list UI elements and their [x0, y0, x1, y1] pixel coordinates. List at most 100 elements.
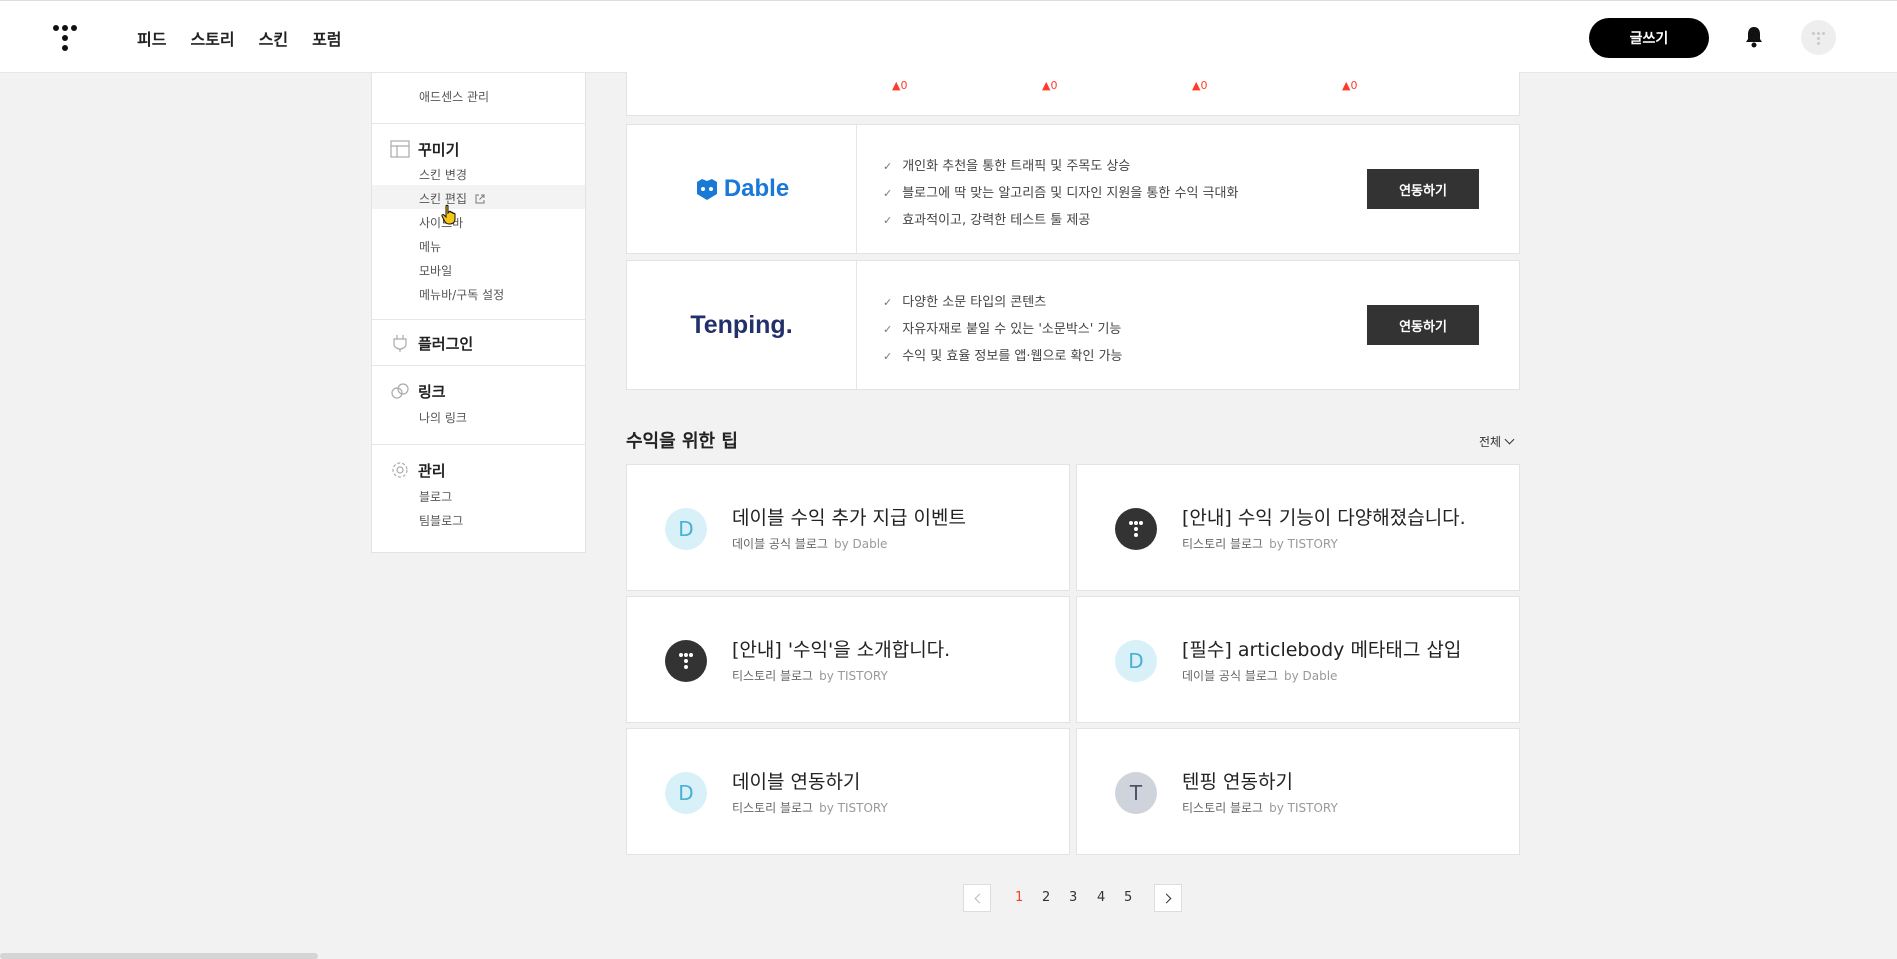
link-icon: [391, 383, 409, 399]
tip-card[interactable]: D 데이블 수익 추가 지급 이벤트 데이블 공식 블로그 by Dable: [626, 464, 1070, 591]
feature-text: 수익 및 효율 정보를 앱·웹으로 확인 가능: [902, 349, 1123, 364]
sidebar-item-blog[interactable]: 블로그: [419, 488, 452, 505]
prev-page-button[interactable]: [963, 884, 991, 912]
tip-source-name: 티스토리 블로그: [732, 669, 814, 683]
bell-icon[interactable]: [1744, 26, 1764, 48]
tip-card[interactable]: D 데이블 연동하기 티스토리 블로그 by TISTORY: [626, 728, 1070, 855]
sidebar-title-decorate[interactable]: 꾸미기: [418, 139, 459, 160]
chevron-down-icon: [1504, 434, 1515, 445]
feature-item: ✓ 블로그에 딱 맞는 알고리즘 및 디자인 지원을 통한 수익 극대화: [883, 182, 1238, 201]
feature-text: 자유자재로 붙일 수 있는 '소문박스' 기능: [902, 322, 1122, 337]
tip-author: by Dable: [1283, 669, 1338, 683]
tip-source: 데이블 공식 블로그 by Dable: [732, 535, 887, 552]
feature-text: 블로그에 딱 맞는 알고리즘 및 디자인 지원을 통한 수익 극대화: [902, 186, 1239, 201]
next-page-button[interactable]: [1154, 884, 1182, 912]
nav-forum[interactable]: 포럼: [312, 26, 341, 50]
plug-icon: [393, 335, 407, 352]
stat-change: ▲0: [1042, 79, 1058, 92]
tip-source: 티스토리 블로그 by TISTORY: [732, 799, 888, 816]
feature-item: ✓ 개인화 추천을 통한 트래픽 및 주목도 상승: [883, 155, 1130, 174]
gear-icon: [392, 462, 408, 478]
nav-feed[interactable]: 피드: [137, 26, 166, 50]
tip-author: by TISTORY: [1269, 801, 1338, 815]
tip-author: by TISTORY: [1269, 537, 1338, 551]
tip-author: by TISTORY: [819, 669, 888, 683]
sidebar-item-menubar-settings[interactable]: 메뉴바/구독 설정: [419, 286, 504, 303]
tenping-connect-button[interactable]: 연동하기: [1367, 305, 1479, 345]
tenping-avatar: T: [1115, 772, 1157, 814]
sidebar-section-manage: 관리 블로그 팀블로그: [372, 444, 585, 552]
dable-avatar: D: [665, 508, 707, 550]
dable-logo-icon: [696, 179, 717, 200]
tistory-logo-icon[interactable]: [53, 25, 77, 51]
feature-item: ✓ 자유자재로 붙일 수 있는 '소문박스' 기능: [883, 318, 1121, 337]
sidebar-item-menu[interactable]: 메뉴: [419, 238, 441, 255]
dable-connect-button[interactable]: 연동하기: [1367, 169, 1479, 209]
check-icon: ✓: [883, 187, 893, 200]
stats-row: ▲0 ▲0 ▲0 ▲0: [626, 72, 1520, 116]
tip-card[interactable]: [안내] 수익 기능이 다양해졌습니다. 티스토리 블로그 by TISTORY: [1076, 464, 1520, 591]
tip-title: [필수] articlebody 메타태그 삽입: [1182, 639, 1462, 661]
tip-author: by TISTORY: [819, 801, 888, 815]
tip-source-name: 티스토리 블로그: [1182, 801, 1264, 815]
tips-filter-dropdown[interactable]: 전체: [1479, 433, 1515, 450]
feature-item: ✓ 수익 및 효율 정보를 앱·웹으로 확인 가능: [883, 345, 1123, 364]
sidebar-item-team-blog[interactable]: 팀블로그: [419, 512, 463, 529]
page-number[interactable]: 5: [1124, 890, 1132, 905]
feature-item: ✓ 효과적이고, 강력한 테스트 툴 제공: [883, 209, 1090, 228]
dable-logo-text: Dable: [723, 175, 790, 202]
stat-change: ▲0: [1342, 79, 1358, 92]
sidebar-title-manage[interactable]: 관리: [418, 460, 446, 481]
check-icon: ✓: [883, 296, 893, 309]
tip-source-name: 데이블 공식 블로그: [732, 537, 828, 551]
nav-story[interactable]: 스토리: [190, 26, 234, 50]
sidebar-item-mobile[interactable]: 모바일: [419, 262, 452, 279]
check-icon: ✓: [883, 214, 893, 227]
write-button[interactable]: 글쓰기: [1589, 18, 1709, 58]
feature-text: 효과적이고, 강력한 테스트 툴 제공: [902, 213, 1091, 228]
tips-title: 수익을 위한 팁: [626, 431, 738, 452]
page-number[interactable]: 2: [1042, 890, 1050, 905]
tistory-avatar-icon: [1115, 508, 1157, 550]
feature-text: 개인화 추천을 통한 트래픽 및 주목도 상승: [902, 159, 1131, 174]
divider: [856, 261, 857, 389]
avatar[interactable]: [1801, 20, 1836, 55]
tips-filter-label: 전체: [1479, 435, 1502, 449]
sidebar: 애드센스 관리 꾸미기 스킨 변경 스킨 편집 사이드바 메뉴 모바일 메뉴바/…: [371, 73, 586, 553]
tip-title: [안내] 수익 기능이 다양해졌습니다.: [1182, 507, 1466, 529]
tip-card[interactable]: D [필수] articlebody 메타태그 삽입 데이블 공식 블로그 by …: [1076, 596, 1520, 723]
nav-skin[interactable]: 스킨: [259, 26, 288, 50]
page-number[interactable]: 3: [1069, 890, 1077, 905]
top-header: 피드 스토리 스킨 포럼 글쓰기: [0, 0, 1897, 73]
chevron-left-icon: [974, 893, 985, 904]
sidebar-title-plugin[interactable]: 플러그인: [418, 333, 473, 354]
check-icon: ✓: [883, 160, 893, 173]
sidebar-item-skin-change[interactable]: 스킨 변경: [419, 166, 467, 183]
hand-cursor-icon: [441, 204, 456, 225]
tip-title: 데이블 수익 추가 지급 이벤트: [732, 507, 966, 529]
tip-card[interactable]: T 텐핑 연동하기 티스토리 블로그 by TISTORY: [1076, 728, 1520, 855]
sidebar-title-link[interactable]: 링크: [418, 381, 446, 402]
stat-value: 0: [1200, 79, 1208, 92]
dable-avatar: D: [1115, 640, 1157, 682]
tip-source-name: 티스토리 블로그: [732, 801, 814, 815]
page-number[interactable]: 4: [1097, 890, 1105, 905]
partner-card-dable: Dable ✓ 개인화 추천을 통한 트래픽 및 주목도 상승 ✓ 블로그에 딱 맞…: [626, 124, 1520, 254]
sidebar-item-my-link[interactable]: 나의 링크: [419, 409, 467, 426]
page-number[interactable]: 1: [1015, 890, 1023, 905]
check-icon: ✓: [883, 323, 893, 336]
external-link-icon: [475, 194, 485, 204]
check-icon: ✓: [883, 350, 893, 363]
horizontal-scrollbar[interactable]: [0, 953, 318, 959]
tip-source-name: 데이블 공식 블로그: [1182, 669, 1278, 683]
tip-card[interactable]: [안내] '수익'을 소개합니다. 티스토리 블로그 by TISTORY: [626, 596, 1070, 723]
sidebar-section-plugin: 플러그인: [372, 319, 585, 365]
tip-source: 티스토리 블로그 by TISTORY: [1182, 799, 1338, 816]
stat-value: 0: [1350, 79, 1358, 92]
feature-text: 다양한 소문 타입의 콘텐츠: [902, 295, 1047, 310]
sidebar-item-adsense[interactable]: 애드센스 관리: [419, 88, 489, 105]
tistory-avatar-icon: [665, 640, 707, 682]
chevron-right-icon: [1161, 893, 1172, 904]
stat-change: ▲0: [1192, 79, 1208, 92]
tip-author: by Dable: [833, 537, 888, 551]
